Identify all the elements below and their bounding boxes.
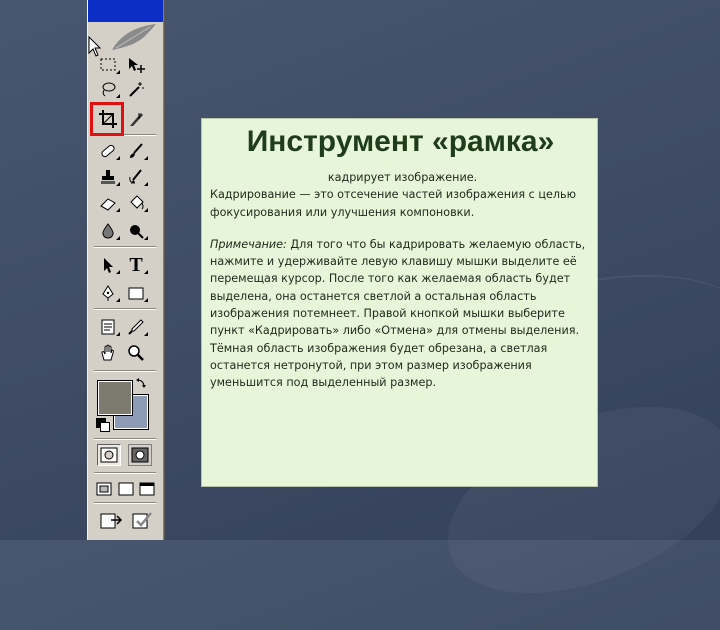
- toolbox-divider: [94, 502, 156, 504]
- standard-screen-mode-icon[interactable]: [94, 478, 114, 500]
- magic-wand-icon[interactable]: [124, 78, 148, 100]
- definition-term: Кадрирование: [210, 188, 296, 202]
- path-selection-icon[interactable]: [96, 254, 120, 276]
- default-colors-icon[interactable]: [96, 418, 110, 432]
- toolbox-title-bar[interactable]: [88, 0, 163, 22]
- jump-to-imageready-icon[interactable]: [98, 508, 126, 532]
- blur-icon[interactable]: [96, 220, 120, 242]
- full-screen-menu-mode-icon[interactable]: [116, 478, 136, 500]
- toolbox-divider: [94, 438, 156, 440]
- note-paragraph: Примечание: Для того что бы кадрировать …: [210, 236, 595, 392]
- toolbox-divider: [94, 370, 156, 372]
- note-text: Для того что бы кадрировать желаемую обл…: [210, 237, 586, 390]
- brush-icon[interactable]: [124, 140, 148, 162]
- crop-tool-highlight: [90, 102, 124, 136]
- clone-stamp-icon[interactable]: [96, 166, 120, 188]
- dodge-icon[interactable]: [124, 220, 148, 242]
- feather-logo-icon: [112, 24, 156, 50]
- intro-line: кадрирует изображение.: [327, 171, 478, 184]
- slice-icon[interactable]: [124, 108, 148, 130]
- eyedropper-icon[interactable]: [124, 316, 148, 338]
- standard-mode-button[interactable]: [97, 444, 121, 466]
- checkmark-icon[interactable]: [130, 508, 154, 532]
- zoom-icon[interactable]: [124, 342, 148, 364]
- healing-brush-icon[interactable]: [96, 140, 120, 162]
- type-icon[interactable]: T: [124, 254, 148, 276]
- hand-icon[interactable]: [96, 342, 120, 364]
- history-brush-icon[interactable]: [124, 166, 148, 188]
- notes-icon[interactable]: [96, 316, 120, 338]
- type-tool-glyph: T: [129, 254, 143, 276]
- note-label: Примечание:: [210, 237, 287, 251]
- move-icon[interactable]: [124, 54, 148, 76]
- quick-mask-mode-button[interactable]: [128, 444, 152, 466]
- page-title: Инструмент «рамка»: [246, 125, 555, 158]
- toolbox-divider: [94, 472, 156, 474]
- toolbox-divider: [94, 246, 156, 248]
- lasso-icon[interactable]: [96, 78, 120, 100]
- content-panel: Инструмент «рамка» кадрирует изображение…: [201, 118, 598, 487]
- swap-colors-icon[interactable]: [135, 378, 147, 390]
- pen-icon[interactable]: [96, 282, 120, 304]
- definition-paragraph: Кадрирование — это отсечение частей изоб…: [210, 186, 595, 221]
- marquee-icon[interactable]: [96, 54, 120, 76]
- foreground-color-swatch[interactable]: [97, 380, 133, 416]
- toolbox-divider: [94, 308, 156, 310]
- paint-bucket-icon[interactable]: [124, 192, 148, 214]
- eraser-icon[interactable]: [96, 192, 120, 214]
- full-screen-mode-icon[interactable]: [137, 478, 157, 500]
- rectangle-shape-icon[interactable]: [124, 282, 148, 304]
- description-text: кадрирует изображение. Кадрирование — эт…: [210, 169, 595, 392]
